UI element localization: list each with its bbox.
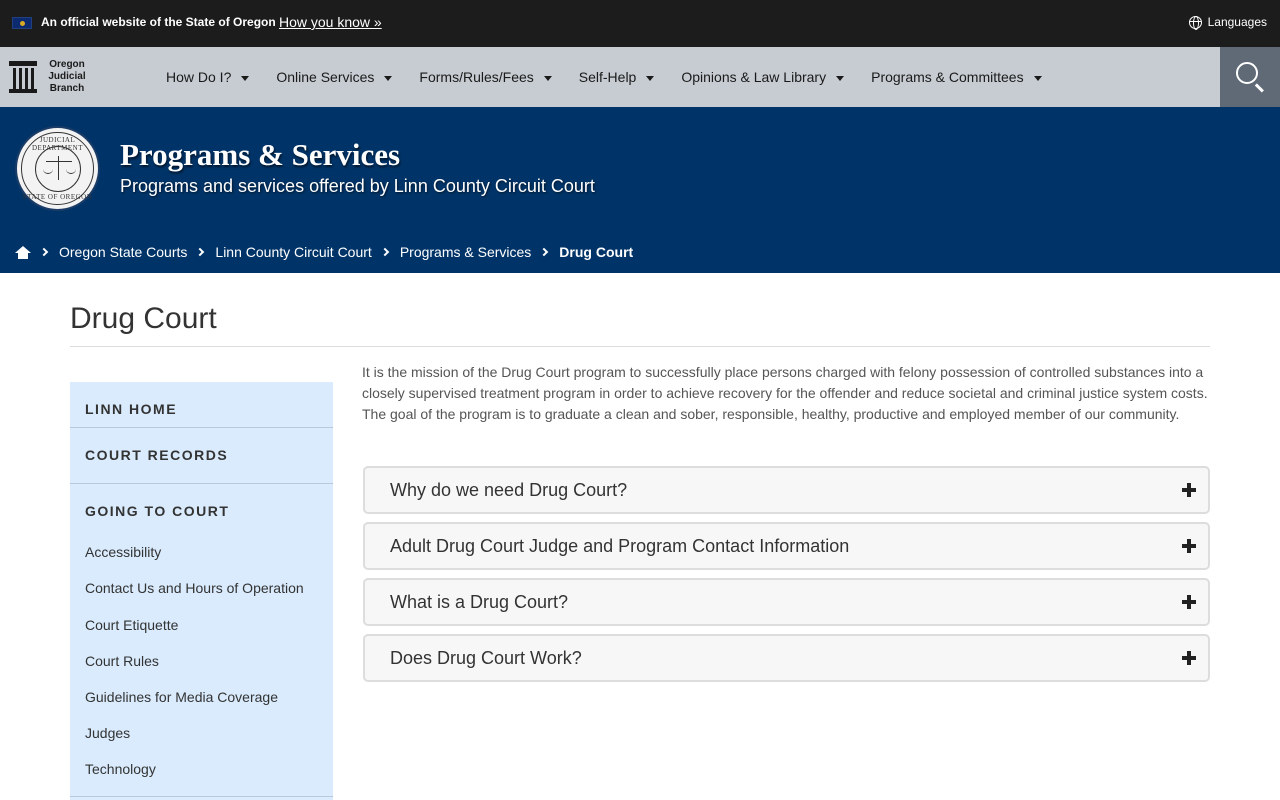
- accordion-label: What is a Drug Court?: [390, 592, 569, 612]
- plus-icon: [1182, 483, 1196, 497]
- sidebar-going-to-court[interactable]: GOING TO COURT: [85, 503, 229, 519]
- sidebar-court-records[interactable]: COURT RECORDS: [85, 447, 228, 463]
- page-hero: JUDICIAL DEPARTMENT STATE OF OREGON Prog…: [0, 107, 1280, 273]
- judicial-department-seal: JUDICIAL DEPARTMENT STATE OF OREGON: [15, 126, 100, 211]
- sidebar-divider: [70, 796, 333, 797]
- title-divider: [70, 346, 1210, 347]
- accordion-what-is-drug-court[interactable]: What is a Drug Court?: [363, 578, 1210, 626]
- accordion-label: Why do we need Drug Court?: [390, 480, 628, 500]
- languages-label: Languages: [1207, 15, 1267, 29]
- caret-down-icon: [1033, 75, 1042, 81]
- chevron-right-icon: [540, 247, 549, 257]
- how-you-know-link[interactable]: How you know »: [279, 14, 382, 30]
- caret-down-icon: [646, 75, 655, 81]
- nav-forms-rules-fees[interactable]: Forms/Rules/Fees: [419, 69, 552, 85]
- breadcrumb: Oregon State Courts Linn County Circuit …: [15, 244, 633, 260]
- caret-down-icon: [836, 75, 845, 81]
- breadcrumb-programs-services[interactable]: Programs & Services: [400, 244, 531, 260]
- sidebar-divider: [70, 483, 333, 484]
- plus-icon: [1182, 651, 1196, 665]
- intro-paragraph: It is the mission of the Drug Court prog…: [362, 364, 1208, 422]
- sidebar-linn-home[interactable]: LINN HOME: [85, 401, 177, 417]
- nav-how-do-i[interactable]: How Do I?: [166, 69, 250, 85]
- nav-online-services[interactable]: Online Services: [276, 69, 393, 85]
- sidebar-item-media-guidelines[interactable]: Guidelines for Media Coverage: [85, 689, 278, 705]
- languages-button[interactable]: Languages: [1188, 15, 1267, 30]
- logo-text: Oregon Judicial Branch: [48, 59, 86, 94]
- sidebar: LINN HOME COURT RECORDS GOING TO COURT A…: [70, 382, 333, 800]
- caret-down-icon: [384, 75, 393, 81]
- home-icon[interactable]: [15, 245, 31, 259]
- accordion-does-drug-court-work[interactable]: Does Drug Court Work?: [363, 634, 1210, 682]
- chevron-right-icon: [380, 247, 390, 257]
- globe-icon: [1188, 15, 1202, 30]
- pillar-icon: [9, 61, 37, 93]
- official-banner: An official website of the State of Oreg…: [0, 0, 1280, 47]
- breadcrumb-oregon-state-courts[interactable]: Oregon State Courts: [59, 244, 187, 260]
- accordion-label: Adult Drug Court Judge and Program Conta…: [390, 536, 850, 556]
- caret-down-icon: [543, 75, 552, 81]
- sidebar-item-court-rules[interactable]: Court Rules: [85, 653, 159, 669]
- sidebar-item-accessibility[interactable]: Accessibility: [85, 544, 161, 560]
- hero-subtitle: Programs and services offered by Linn Co…: [120, 176, 595, 196]
- search-button[interactable]: [1220, 47, 1280, 107]
- sidebar-item-court-etiquette[interactable]: Court Etiquette: [85, 617, 178, 633]
- sidebar-item-technology[interactable]: Technology: [85, 761, 156, 777]
- page-title: Drug Court: [70, 302, 217, 335]
- oregon-flag-icon: [12, 17, 32, 29]
- nav-opinions-law-library[interactable]: Opinions & Law Library: [681, 69, 845, 85]
- sidebar-divider: [70, 427, 333, 428]
- breadcrumb-current: Drug Court: [559, 244, 634, 260]
- hero-title: Programs & Services: [120, 137, 401, 172]
- plus-icon: [1182, 595, 1196, 609]
- accordion-why-need-drug-court[interactable]: Why do we need Drug Court?: [363, 466, 1210, 514]
- search-icon: [1236, 62, 1258, 84]
- nav-self-help[interactable]: Self-Help: [579, 69, 655, 85]
- sidebar-item-contact-us[interactable]: Contact Us and Hours of Operation: [85, 580, 304, 596]
- chevron-right-icon: [196, 247, 205, 257]
- plus-icon: [1182, 539, 1196, 553]
- official-website-text: An official website of the State of Oreg…: [41, 15, 276, 29]
- sidebar-item-judges[interactable]: Judges: [85, 725, 130, 741]
- breadcrumb-linn-county[interactable]: Linn County Circuit Court: [215, 244, 371, 260]
- chevron-right-icon: [39, 247, 49, 257]
- accordion-judge-contact-info[interactable]: Adult Drug Court Judge and Program Conta…: [363, 522, 1210, 570]
- main-navigation: Oregon Judicial Branch How Do I? Online …: [0, 47, 1280, 107]
- accordion-label: Does Drug Court Work?: [390, 648, 582, 668]
- caret-down-icon: [241, 75, 250, 81]
- nav-programs-committees[interactable]: Programs & Committees: [871, 69, 1042, 85]
- ojd-logo[interactable]: Oregon Judicial Branch: [9, 59, 91, 95]
